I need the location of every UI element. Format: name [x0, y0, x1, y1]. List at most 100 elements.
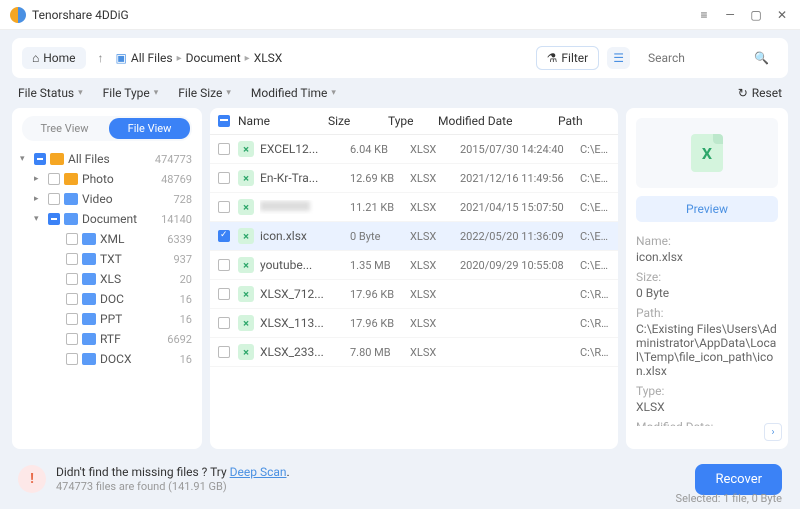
- tree-node[interactable]: XLS 20: [18, 269, 196, 289]
- filter-icon: ⚗: [547, 51, 558, 65]
- table-row[interactable]: youtube... 1.35 MB XLSX 2020/09/29 10:55…: [210, 251, 618, 280]
- xlsx-badge-icon: [238, 286, 254, 302]
- col-path[interactable]: Path: [558, 114, 610, 128]
- folder-icon: [64, 193, 78, 205]
- file-type-dropdown[interactable]: File Type▾: [103, 86, 159, 100]
- minimize-button[interactable]: —: [722, 7, 738, 23]
- close-button[interactable]: ✕: [774, 7, 790, 23]
- tree-checkbox[interactable]: [66, 313, 78, 325]
- title-bar: Tenorshare 4DDiG ≡ — ▢ ✕: [0, 0, 800, 30]
- cell-date: 2021/12/16 11:49:56: [460, 172, 580, 185]
- maximize-button[interactable]: ▢: [748, 7, 764, 23]
- cell-name: [260, 200, 350, 214]
- col-date[interactable]: Modified Date: [438, 114, 558, 128]
- chevron-down-icon: ▾: [154, 88, 159, 98]
- cell-size: 12.69 KB: [350, 172, 410, 185]
- search-input[interactable]: [648, 51, 748, 65]
- table-row[interactable]: 11.21 KB XLSX 2021/04/15 15:07:50 C:\Exi…: [210, 193, 618, 222]
- filter-bar: File Status▾ File Type▾ File Size▾ Modif…: [0, 78, 800, 108]
- tree-node[interactable]: XML 6339: [18, 229, 196, 249]
- breadcrumb-item[interactable]: All Files: [131, 51, 173, 65]
- tree-checkbox[interactable]: [66, 333, 78, 345]
- home-button[interactable]: ⌂ Home: [22, 47, 86, 69]
- tree-node[interactable]: TXT 937: [18, 249, 196, 269]
- xlsx-badge-icon: [238, 141, 254, 157]
- deep-scan-hint: Didn't find the missing files ? Try Deep…: [56, 465, 290, 480]
- cell-date: 2020/09/29 10:55:08: [460, 259, 580, 272]
- xlsx-badge-icon: [238, 257, 254, 273]
- table-row[interactable]: XLSX_113... 17.96 KB XLSX C:\RAW Files\x…: [210, 309, 618, 338]
- preview-button[interactable]: Preview: [636, 196, 778, 222]
- search-icon[interactable]: 🔍: [754, 51, 769, 65]
- table-row[interactable]: icon.xlsx 0 Byte XLSX 2022/05/20 11:36:0…: [210, 222, 618, 251]
- tree-label: RTF: [100, 332, 163, 346]
- cell-path: C:\Existing Files...: [580, 143, 610, 156]
- up-button[interactable]: ↑: [94, 51, 108, 65]
- expand-icon[interactable]: ▾: [34, 214, 44, 224]
- tree-node[interactable]: DOC 16: [18, 289, 196, 309]
- preview-thumbnail: X: [636, 118, 778, 188]
- breadcrumb-item[interactable]: Document: [186, 51, 241, 65]
- table-row[interactable]: En-Kr-Tra... 12.69 KB XLSX 2021/12/16 11…: [210, 164, 618, 193]
- warning-icon: !: [18, 465, 46, 493]
- row-checkbox[interactable]: [218, 143, 230, 155]
- table-row[interactable]: EXCEL12... 6.04 KB XLSX 2015/07/30 14:24…: [210, 135, 618, 164]
- toolbar: ⌂ Home ↑ ▣ All Files ▸ Document ▸ XLSX ⚗…: [12, 38, 788, 78]
- table-row[interactable]: XLSX_712... 17.96 KB XLSX C:\RAW Files\x…: [210, 280, 618, 309]
- file-size-dropdown[interactable]: File Size▾: [178, 86, 231, 100]
- row-checkbox[interactable]: [218, 288, 230, 300]
- recover-button[interactable]: Recover: [695, 464, 782, 495]
- row-checkbox[interactable]: [218, 201, 230, 213]
- modified-time-dropdown[interactable]: Modified Time▾: [251, 86, 336, 100]
- tree-view-tab[interactable]: Tree View: [24, 118, 105, 139]
- tree-count: 728: [173, 193, 192, 206]
- cell-type: XLSX: [410, 259, 460, 272]
- tree-node[interactable]: ▸ Video 728: [18, 189, 196, 209]
- filter-button[interactable]: ⚗ Filter: [536, 46, 600, 70]
- col-name[interactable]: Name: [238, 114, 328, 128]
- col-type[interactable]: Type: [388, 114, 438, 128]
- tree-node[interactable]: ▾ All Files 474773: [18, 149, 196, 169]
- tree-node[interactable]: PPT 16: [18, 309, 196, 329]
- file-tree: ▾ All Files 474773▸ Photo 48769▸ Video 7…: [18, 149, 196, 441]
- expand-icon[interactable]: ▾: [20, 154, 30, 164]
- tree-checkbox[interactable]: [48, 193, 60, 205]
- expand-icon[interactable]: ▸: [34, 174, 44, 184]
- tree-node[interactable]: RTF 6692: [18, 329, 196, 349]
- tree-node[interactable]: DOCX 16: [18, 349, 196, 369]
- folder-icon: [50, 153, 64, 165]
- tree-checkbox[interactable]: [66, 253, 78, 265]
- row-checkbox[interactable]: [218, 317, 230, 329]
- cell-path: C:\Existing Files...: [580, 172, 610, 185]
- cell-size: 1.35 MB: [350, 259, 410, 272]
- tree-checkbox[interactable]: [34, 153, 46, 165]
- tree-node[interactable]: ▾ Document 14140: [18, 209, 196, 229]
- preview-panel: X Preview Name: icon.xlsx Size: 0 Byte P…: [626, 108, 788, 449]
- reset-button[interactable]: ↻Reset: [738, 86, 782, 100]
- tree-checkbox[interactable]: [66, 273, 78, 285]
- list-view-toggle[interactable]: ☰: [607, 47, 630, 69]
- cell-name: XLSX_233...: [260, 345, 350, 359]
- file-view-tab[interactable]: File View: [109, 118, 190, 139]
- tree-checkbox[interactable]: [48, 173, 60, 185]
- tree-checkbox[interactable]: [48, 213, 60, 225]
- expand-panel-button[interactable]: ›: [764, 423, 782, 441]
- expand-icon[interactable]: ▸: [34, 194, 44, 204]
- meta-type-value: XLSX: [636, 400, 778, 414]
- row-checkbox[interactable]: [218, 346, 230, 358]
- cell-name: En-Kr-Tra...: [260, 171, 350, 185]
- row-checkbox[interactable]: [218, 230, 230, 242]
- menu-icon[interactable]: ≡: [696, 7, 712, 23]
- row-checkbox[interactable]: [218, 259, 230, 271]
- col-size[interactable]: Size: [328, 114, 388, 128]
- deep-scan-link[interactable]: Deep Scan: [230, 465, 287, 479]
- tree-checkbox[interactable]: [66, 353, 78, 365]
- tree-node[interactable]: ▸ Photo 48769: [18, 169, 196, 189]
- table-row[interactable]: XLSX_233... 7.80 MB XLSX C:\RAW Files\xl…: [210, 338, 618, 367]
- breadcrumb-item[interactable]: XLSX: [254, 51, 283, 65]
- row-checkbox[interactable]: [218, 172, 230, 184]
- select-all-checkbox[interactable]: [218, 115, 230, 127]
- tree-checkbox[interactable]: [66, 233, 78, 245]
- tree-checkbox[interactable]: [66, 293, 78, 305]
- file-status-dropdown[interactable]: File Status▾: [18, 86, 83, 100]
